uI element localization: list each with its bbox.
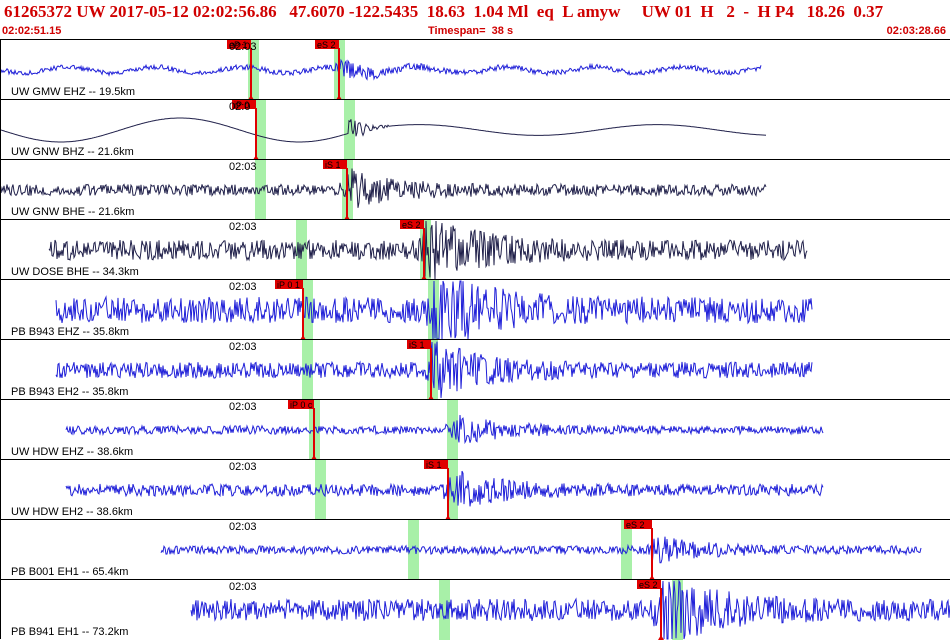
trace-canvas: iP 0 1 <box>55 280 813 340</box>
pick-window <box>344 100 355 160</box>
trace-canvas: eP 1 eS 2 <box>1 40 762 100</box>
timespan-label: Timespan= 38 s <box>428 25 514 37</box>
trace-canvas: iP 0 <box>1 100 767 160</box>
waveform-trace <box>1 58 762 81</box>
trace-panel[interactable]: iS 1 02:03 PB B943 EH2 -- 35.8km <box>0 339 950 400</box>
station-label: UW HDW EHZ -- 38.6km <box>11 446 134 458</box>
trace-time-label: 02:03 <box>229 281 257 293</box>
trace-time-label: 02:03 <box>229 41 257 53</box>
trace-time-label: 02:03 <box>229 401 257 413</box>
pick-label: iP 0 c <box>290 400 313 410</box>
trace-time-label: 02:03 <box>229 461 257 473</box>
pick-label: eS 2 <box>402 220 421 230</box>
end-time: 02:03:28.66 <box>886 25 946 37</box>
waveform-trace <box>160 536 922 568</box>
trace-time-label: 02:03 <box>229 221 257 233</box>
pick-label: eS 2 <box>317 40 336 50</box>
pick-label: eS 2 <box>626 520 645 530</box>
station-label: UW GMW EHZ -- 19.5km <box>11 86 136 98</box>
trace-panel[interactable]: iP 0 02:0 UW GNW BHZ -- 21.6km <box>0 99 950 160</box>
trace-panel[interactable]: eS 2 02:03 PB B941 EH1 -- 73.2km <box>0 579 950 640</box>
trace-time-label: 02:0 <box>229 101 251 113</box>
station-label: UW HDW EH2 -- 38.6km <box>11 506 133 518</box>
trace-canvas: eS 2 <box>48 220 808 280</box>
trace-canvas: iS 1 <box>65 460 824 520</box>
trace-time-label: 02:03 <box>229 341 257 353</box>
trace-panel[interactable]: iS 1 02:03 UW GNW BHE -- 21.6km <box>0 159 950 220</box>
event-title: 61265372 UW 2017-05-12 02:02:56.86 47.60… <box>4 2 884 21</box>
waveform-trace <box>65 470 824 513</box>
trace-canvas: eS 2 <box>160 520 922 580</box>
seismogram-plot[interactable]: eP 1 eS 2 02:03 UW GMW EHZ -- 19.5km iP 0 02:… <box>0 39 950 640</box>
waveform-trace <box>1 117 767 143</box>
station-label: UW DOSE BHE -- 34.3km <box>11 266 139 278</box>
pick-label: iS 1 <box>325 160 341 170</box>
event-header: 61265372 UW 2017-05-12 02:02:56.86 47.60… <box>0 0 950 22</box>
trace-panel[interactable]: iS 1 02:03 UW HDW EH2 -- 38.6km <box>0 459 950 520</box>
trace-time-label: 02:03 <box>229 581 257 593</box>
station-label: UW GNW BHE -- 21.6km <box>11 206 135 218</box>
station-label: PB B001 EH1 -- 65.4km <box>11 566 129 578</box>
station-label: PB B943 EH2 -- 35.8km <box>11 386 129 398</box>
pick-label: eS 2 <box>639 580 658 590</box>
trace-canvas: iS 1 <box>55 340 813 400</box>
waveform-trace <box>65 414 824 445</box>
trace-time-label: 02:03 <box>229 521 257 533</box>
trace-panel[interactable]: iP 0 1 02:03 PB B943 EHZ -- 35.8km <box>0 279 950 340</box>
trace-time-label: 02:03 <box>229 161 257 173</box>
trace-panel[interactable]: eP 1 eS 2 02:03 UW GMW EHZ -- 19.5km <box>0 39 950 100</box>
trace-canvas: iS 1 <box>1 160 767 220</box>
pick-label: iS 1 <box>426 460 442 470</box>
station-label: PB B941 EH1 -- 73.2km <box>11 626 129 638</box>
pick-label: iS 1 <box>409 340 425 350</box>
trace-panel[interactable]: iP 0 c 02:03 UW HDW EHZ -- 38.6km <box>0 399 950 460</box>
trace-panel[interactable]: eS 2 02:03 PB B001 EH1 -- 65.4km <box>0 519 950 580</box>
start-time: 02:02:51.15 <box>2 25 62 37</box>
trace-panel[interactable]: eS 2 02:03 UW DOSE BHE -- 34.3km <box>0 219 950 280</box>
pick-arrow <box>658 635 664 640</box>
pick-label: iP 0 1 <box>277 280 300 290</box>
time-bar: 02:02:51.15 Timespan= 38 s 02:03:28.66 <box>0 24 950 39</box>
waveform-trace <box>190 580 950 640</box>
station-label: PB B943 EHZ -- 35.8km <box>11 326 129 338</box>
waveform-trace <box>1 168 767 208</box>
trace-canvas: eS 2 <box>190 580 950 640</box>
trace-canvas: iP 0 c <box>65 400 824 460</box>
station-label: UW GNW BHZ -- 21.6km <box>11 146 134 158</box>
